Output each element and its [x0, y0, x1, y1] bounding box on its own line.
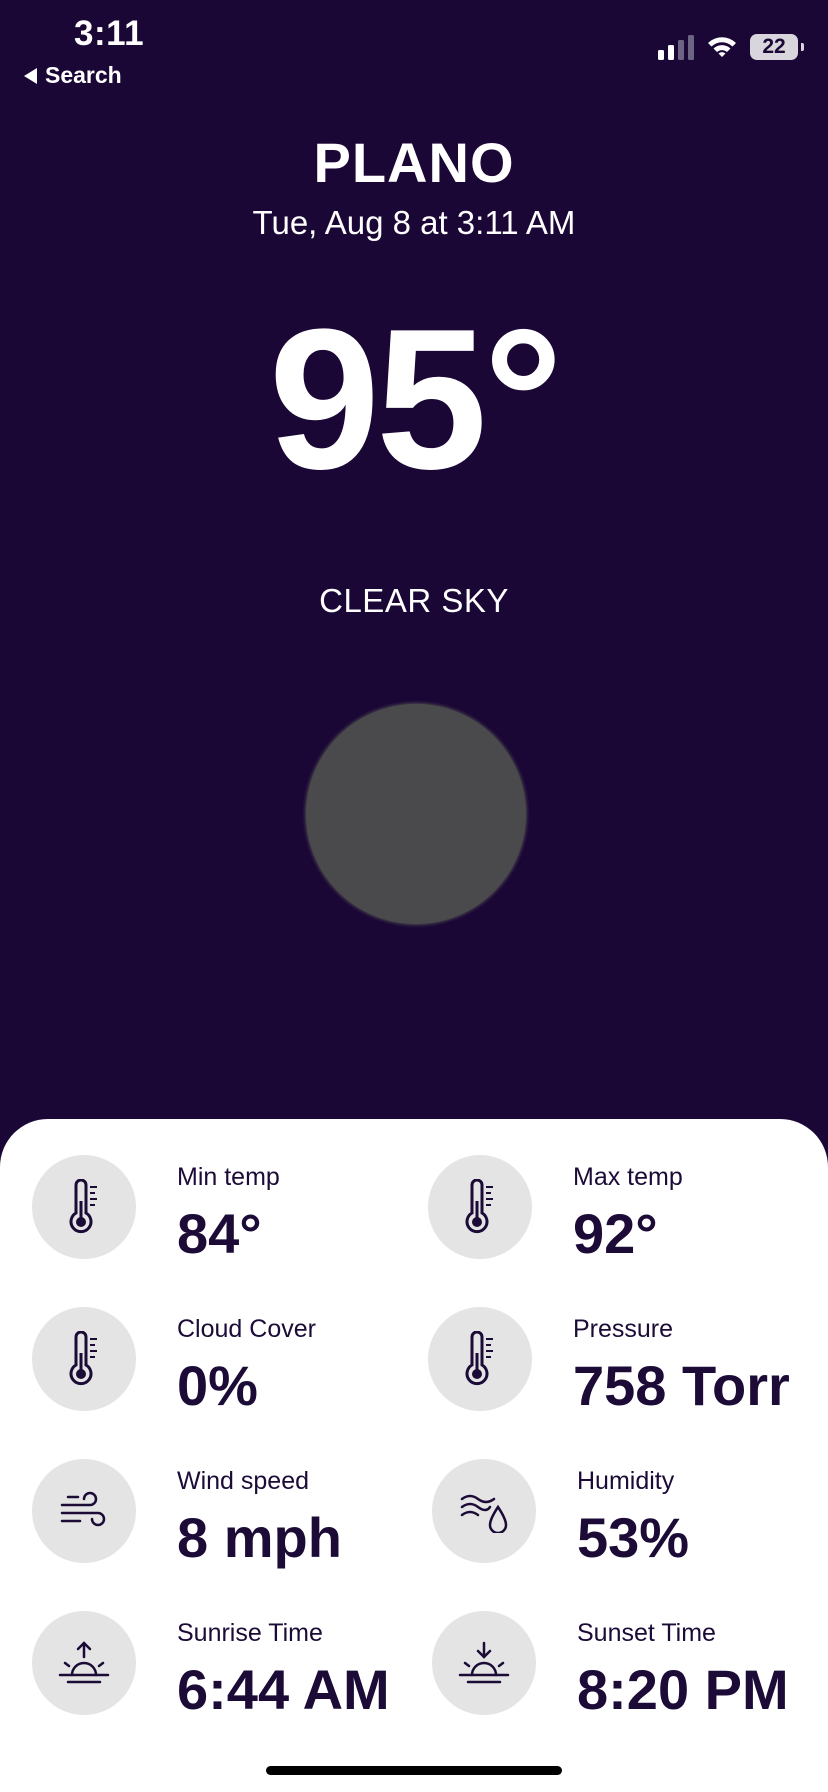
stat-label: Pressure: [573, 1315, 674, 1343]
stat-label: Cloud Cover: [177, 1315, 316, 1343]
stat-value: 0%: [177, 1354, 258, 1417]
sunset-icon: [432, 1611, 536, 1715]
stat-value: 8 mph: [177, 1506, 342, 1569]
stat-label: Sunset Time: [577, 1619, 716, 1647]
back-button[interactable]: Search: [24, 62, 122, 89]
stat-label: Humidity: [577, 1467, 675, 1495]
weather-condition: CLEAR SKY: [319, 582, 509, 619]
thermometer-icon: [428, 1307, 532, 1411]
cellular-signal-icon: [658, 34, 694, 60]
date-time: Tue, Aug 8 at 3:11 AM: [252, 204, 576, 241]
sunrise-icon: [32, 1611, 136, 1715]
wind-icon: [32, 1459, 136, 1563]
weather-condition-icon: [306, 704, 526, 924]
stat-value: 6:44 AM: [177, 1658, 390, 1721]
battery-level: 22: [762, 35, 786, 58]
thermometer-icon: [32, 1155, 136, 1259]
home-indicator[interactable]: [266, 1766, 562, 1775]
thermometer-icon: [32, 1307, 136, 1411]
stat-value: 758 Torr: [573, 1354, 790, 1417]
stat-value: 92°: [573, 1202, 658, 1265]
weather-details-sheet: Min temp 84° Max temp 92° Cloud Cover 0%…: [0, 1119, 828, 1792]
wifi-icon: [708, 37, 736, 57]
stat-value: 53%: [577, 1506, 690, 1569]
status-icons: 22: [658, 34, 804, 60]
stat-label: Sunrise Time: [177, 1619, 323, 1647]
back-label: Search: [45, 62, 122, 88]
battery-icon: 22: [750, 34, 804, 60]
city-name: PLANO: [313, 131, 515, 194]
stat-label: Wind speed: [177, 1467, 310, 1495]
stat-label: Min temp: [177, 1163, 280, 1191]
current-temperature: 95°: [268, 288, 563, 511]
thermometer-icon: [428, 1155, 532, 1259]
status-time: 3:11: [74, 14, 145, 53]
stat-value: 8:20 PM: [577, 1658, 789, 1721]
stat-value: 84°: [177, 1202, 262, 1265]
stat-label: Max temp: [573, 1163, 683, 1191]
humidity-icon: [432, 1459, 536, 1563]
back-arrow-icon: [24, 67, 37, 84]
